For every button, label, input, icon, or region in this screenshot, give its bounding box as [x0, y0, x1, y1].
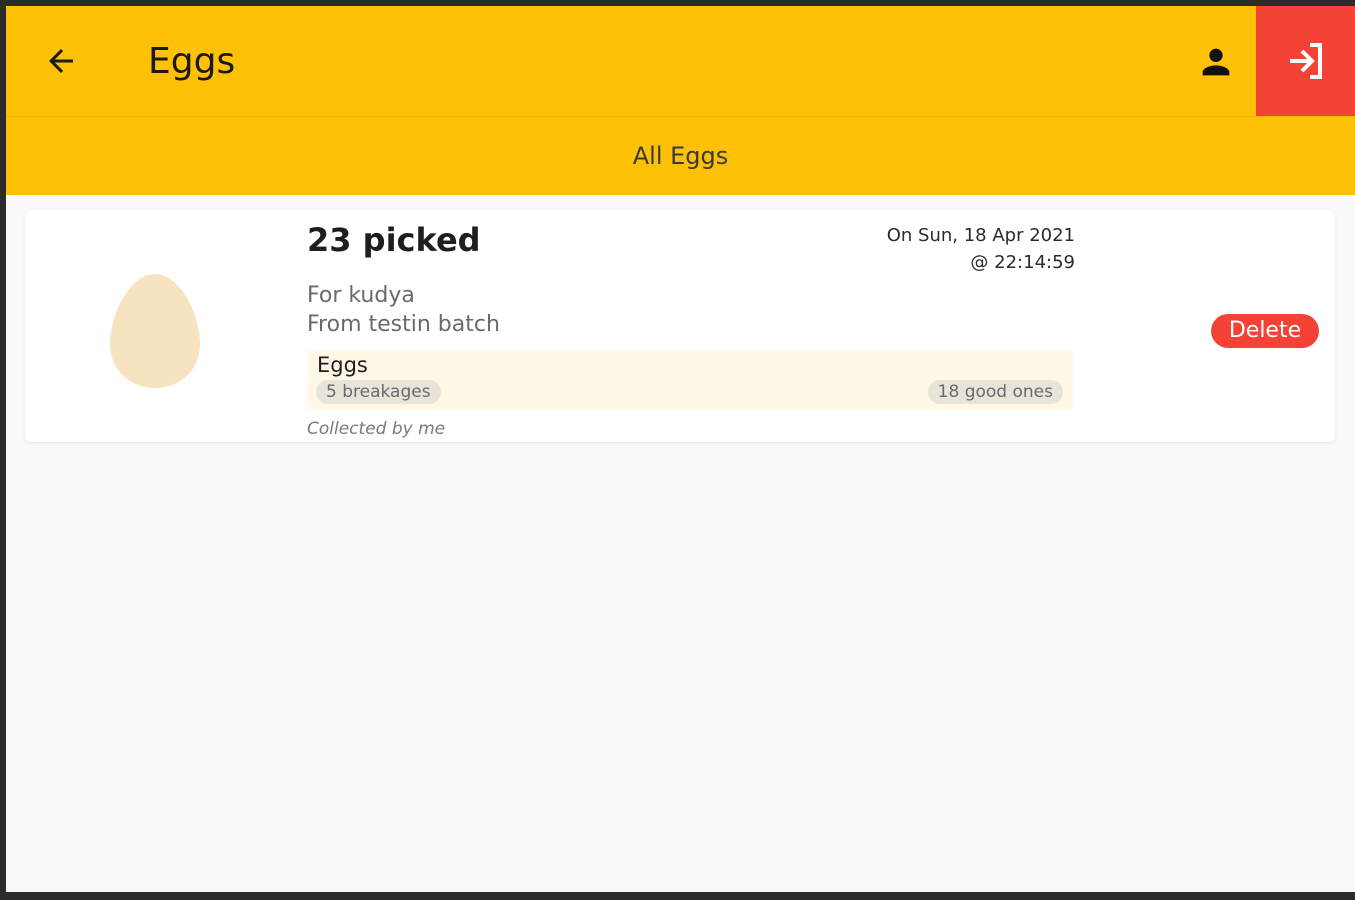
page-title: Eggs — [148, 41, 236, 82]
arrow-left-icon — [49, 49, 73, 73]
record-date-time: @ 22:14:59 — [970, 252, 1075, 273]
eggs-summary-title: Eggs — [317, 353, 368, 377]
collected-by-text: Collected by me — [307, 419, 446, 439]
batch-text: From testin batch — [307, 312, 500, 337]
account-button[interactable] — [1191, 36, 1241, 88]
purpose-text: For kudya — [307, 283, 415, 308]
eggs-summary-box: Eggs 5 breakages 18 good ones — [307, 350, 1073, 410]
record-date-day: On Sun, 18 Apr 2021 — [886, 225, 1075, 246]
person-icon — [1202, 48, 1230, 76]
app-bar: Eggs — [6, 6, 1355, 116]
egg-icon — [110, 274, 200, 388]
tab-all-eggs[interactable]: All Eggs — [6, 117, 1355, 195]
tab-bar: All Eggs — [6, 116, 1355, 195]
good-eggs-chip: 18 good ones — [927, 380, 1063, 404]
login-arrow-icon — [1289, 43, 1322, 79]
record-date: On Sun, 18 Apr 2021 @ 22:14:59 — [775, 222, 1075, 276]
breakages-chip: 5 breakages — [316, 380, 441, 404]
back-button[interactable] — [36, 36, 86, 86]
egg-record-card[interactable]: 23 picked On Sun, 18 Apr 2021 @ 22:14:59… — [25, 210, 1335, 442]
logout-button[interactable] — [1256, 6, 1355, 116]
app-window: Eggs All Eggs 23 picked On Sun, 18 Apr 2… — [6, 6, 1355, 892]
delete-button[interactable]: Delete — [1211, 314, 1319, 348]
picked-count: 23 picked — [307, 221, 481, 259]
